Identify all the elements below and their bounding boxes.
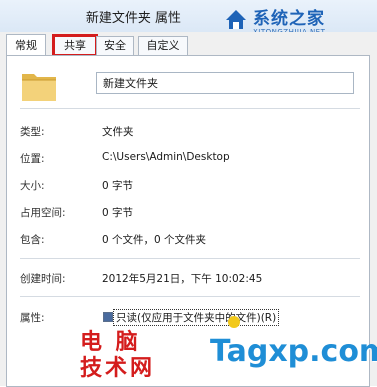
watermark-line2: 技术网 bbox=[80, 356, 156, 381]
tab-security[interactable]: 安全 bbox=[96, 36, 134, 55]
type-label: 类型: bbox=[20, 126, 45, 138]
cursor-highlight-icon bbox=[228, 316, 240, 328]
type-value: 文件夹 bbox=[102, 126, 134, 138]
tab-customize[interactable]: 自定义 bbox=[138, 36, 188, 55]
created-label: 创建时间: bbox=[20, 273, 66, 285]
size-on-disk-label: 占用空间: bbox=[20, 207, 66, 219]
watermark-site: Tagxp.com bbox=[210, 334, 377, 369]
readonly-checkbox-label[interactable]: 只读(仅应用于文件夹中的文件)(R) bbox=[113, 309, 280, 326]
readonly-checkbox[interactable] bbox=[103, 312, 113, 322]
contains-label: 包含: bbox=[20, 234, 45, 246]
house-icon bbox=[226, 10, 246, 29]
size-value: 0 字节 bbox=[102, 180, 134, 192]
watermark-line1: 电 脑 bbox=[80, 330, 141, 355]
folder-icon bbox=[22, 74, 56, 101]
divider bbox=[20, 296, 360, 297]
size-label: 大小: bbox=[20, 180, 45, 192]
divider bbox=[20, 258, 360, 259]
watermark-bottom-left: 电 脑 技术网 bbox=[80, 330, 155, 382]
created-value: 2012年5月21日，下午 10:02:45 bbox=[102, 273, 263, 285]
tab-sharing[interactable]: 共享 bbox=[52, 34, 98, 57]
contains-value: 0 个文件，0 个文件夹 bbox=[102, 234, 207, 246]
watermark-text: 系统之家 bbox=[253, 9, 325, 29]
location-label: 位置: bbox=[20, 153, 45, 165]
location-value: C:\Users\Admin\Desktop bbox=[102, 151, 230, 163]
tab-general[interactable]: 常规 bbox=[6, 34, 46, 56]
folder-name-input[interactable] bbox=[96, 72, 354, 94]
attributes-label: 属性: bbox=[20, 312, 45, 324]
size-on-disk-value: 0 字节 bbox=[102, 207, 134, 219]
divider bbox=[20, 108, 360, 109]
